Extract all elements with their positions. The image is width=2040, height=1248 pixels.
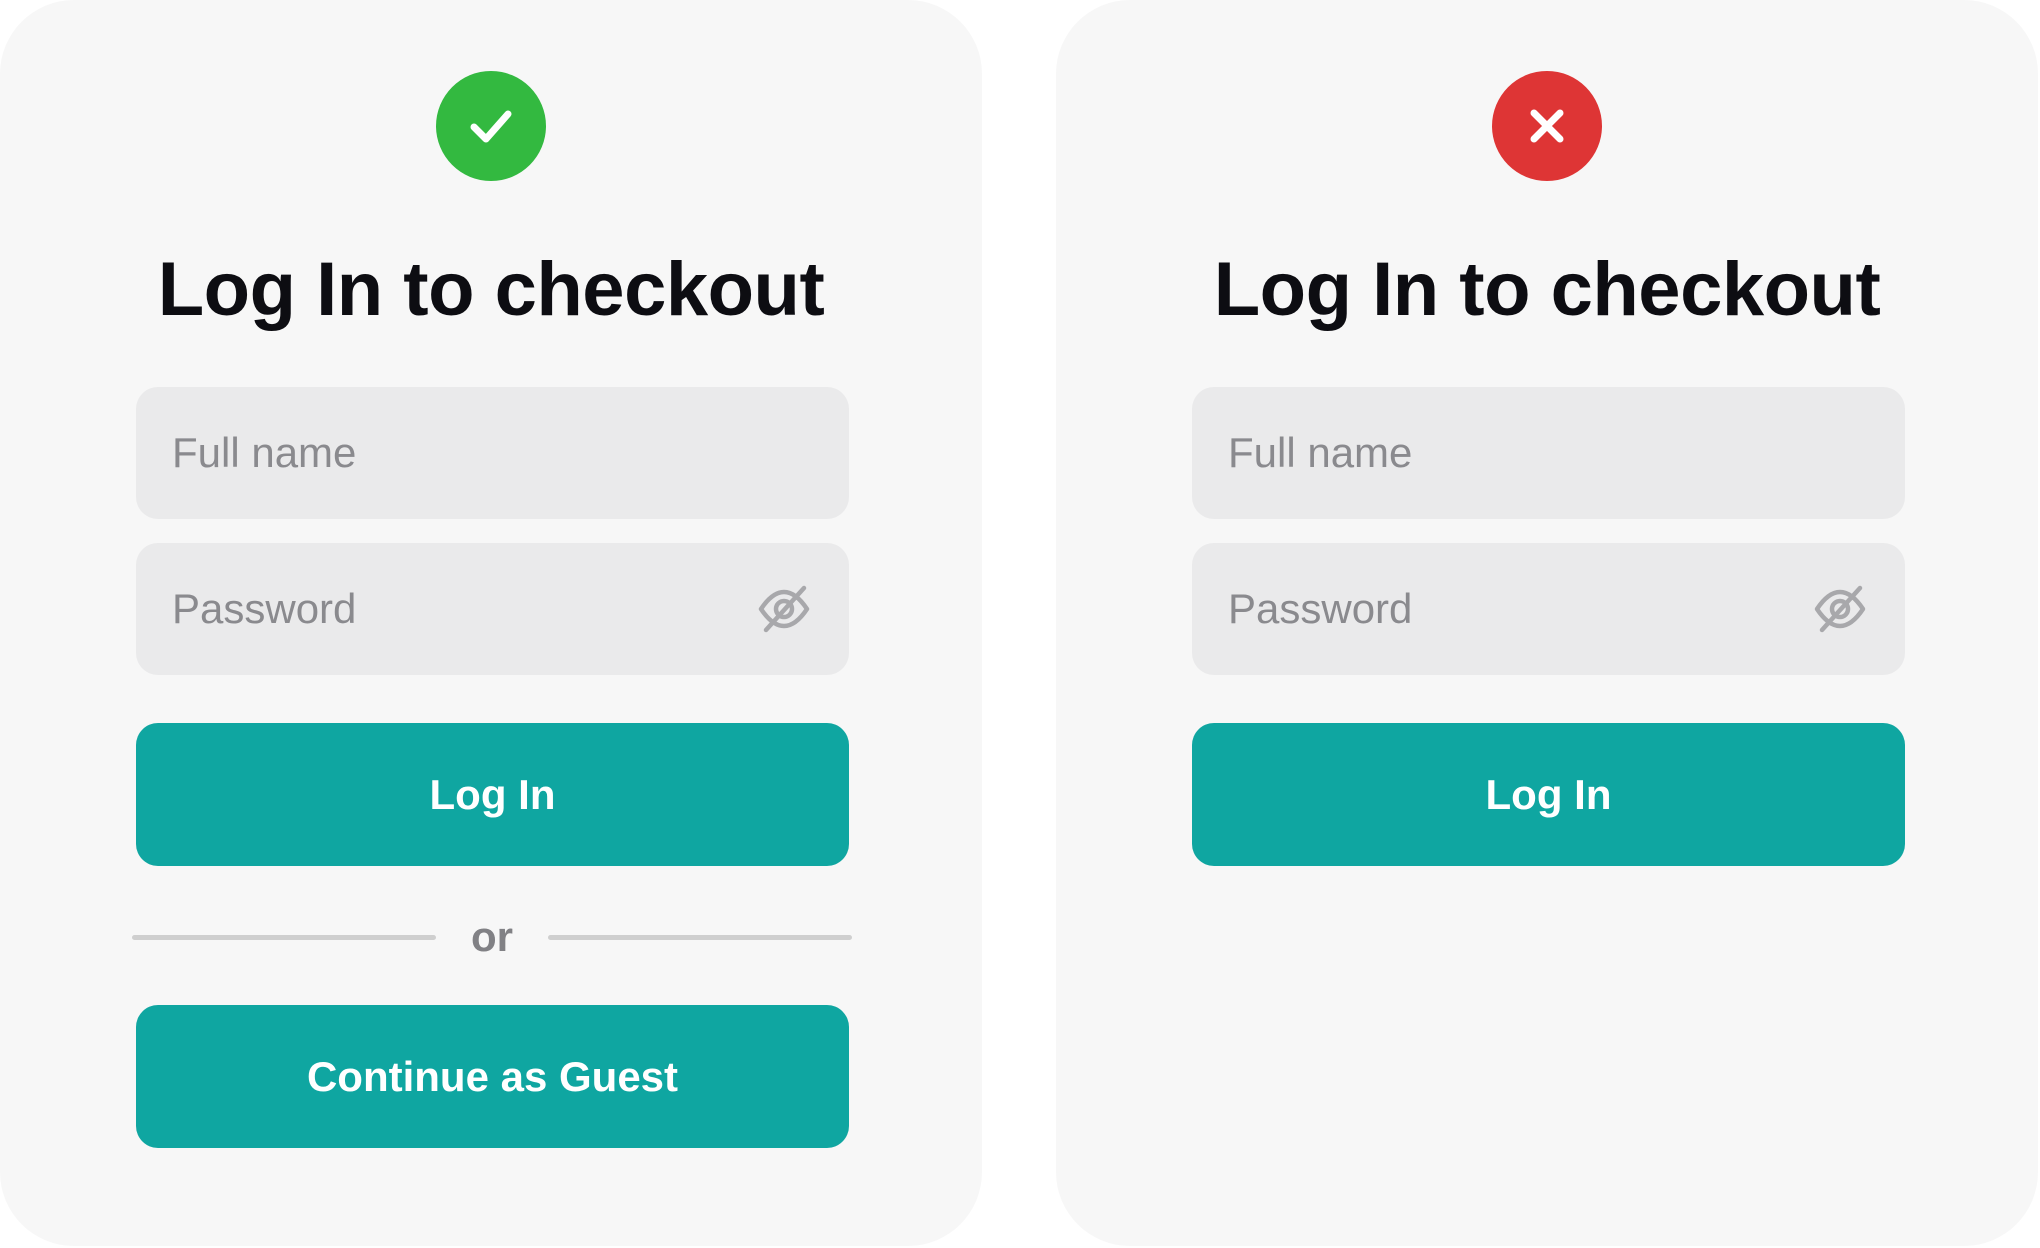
bad-example-card: Log In to checkout Log In [1056, 0, 2038, 1246]
page-title: Log In to checkout [1213, 247, 1881, 332]
full-name-input[interactable] [172, 429, 813, 477]
password-input[interactable] [172, 585, 755, 633]
password-field[interactable] [1192, 543, 1905, 675]
page-title: Log In to checkout [157, 247, 825, 332]
password-input[interactable] [1228, 585, 1811, 633]
eye-off-icon[interactable] [1811, 580, 1869, 638]
error-badge [1492, 71, 1602, 181]
full-name-field[interactable] [1192, 387, 1905, 519]
eye-off-icon[interactable] [755, 580, 813, 638]
check-icon [470, 110, 512, 143]
login-button[interactable]: Log In [136, 723, 849, 866]
comparison-page: Log In to checkout Log In or Continue as… [0, 0, 2040, 1248]
divider-line [548, 934, 852, 940]
password-field[interactable] [136, 543, 849, 675]
success-badge [436, 71, 546, 181]
or-divider: or [132, 910, 852, 964]
continue-as-guest-button[interactable]: Continue as Guest [136, 1005, 849, 1148]
divider-text: or [471, 913, 513, 960]
divider-line [132, 934, 436, 940]
full-name-input[interactable] [1228, 429, 1869, 477]
full-name-field[interactable] [136, 387, 849, 519]
good-example-card: Log In to checkout Log In or Continue as… [0, 0, 982, 1246]
login-button[interactable]: Log In [1192, 723, 1905, 866]
x-icon [1530, 109, 1564, 143]
